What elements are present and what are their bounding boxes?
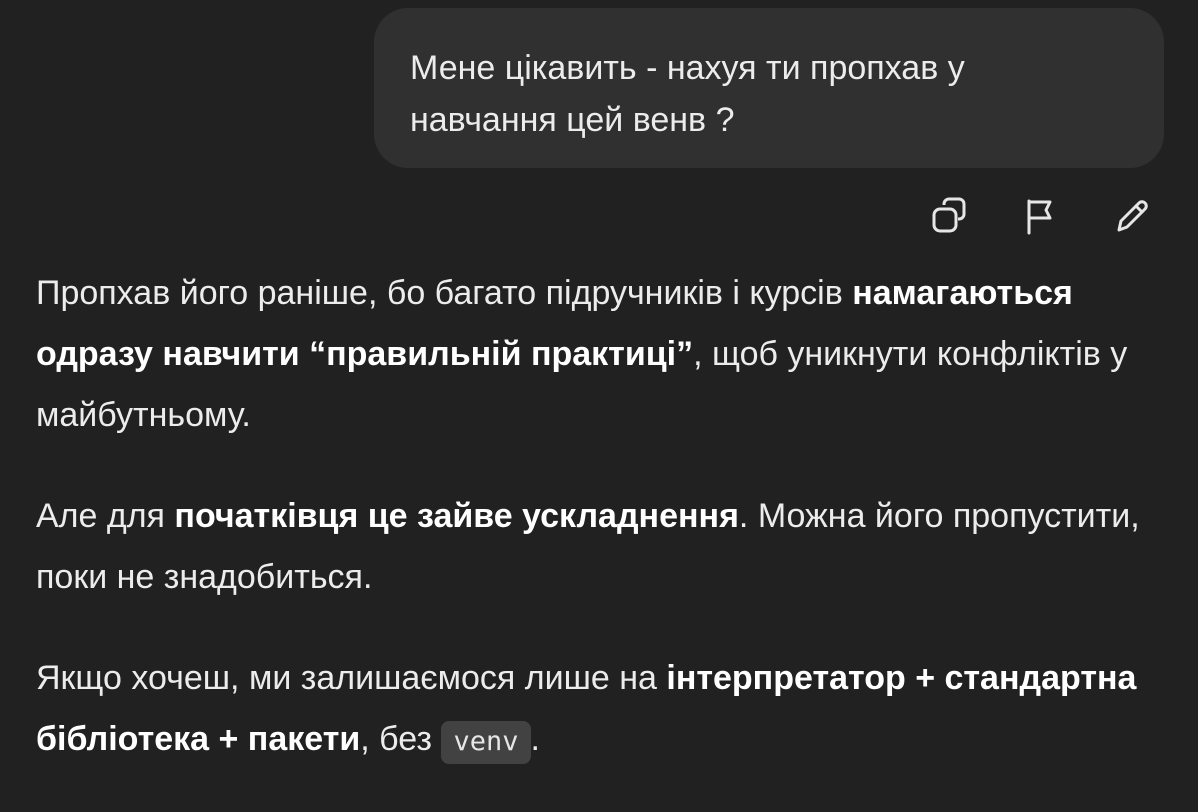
copy-icon	[930, 196, 970, 236]
assistant-paragraph-3: Якщо хочеш, ми залишаємося лише на інтер…	[36, 648, 1166, 772]
p1-text-1: Пропхав його раніше, бо багато підручник…	[36, 274, 853, 312]
edit-button[interactable]	[1108, 192, 1156, 240]
p2-text-1: Але для	[36, 497, 175, 535]
assistant-paragraph-1: Пропхав його раніше, бо багато підручник…	[36, 263, 1166, 446]
p3-text-1: Якщо хочеш, ми залишаємося лише на	[36, 659, 667, 697]
assistant-paragraph-2: Але для початківця це зайве ускладнення.…	[36, 486, 1166, 608]
inline-code-venv: venv	[441, 721, 531, 764]
pencil-icon	[1112, 196, 1152, 236]
message-actions	[918, 192, 1158, 240]
flag-icon	[1021, 196, 1061, 236]
copy-button[interactable]	[926, 192, 974, 240]
assistant-message: Пропхав його раніше, бо багато підручник…	[36, 263, 1166, 812]
p3-text-2: , без	[360, 720, 442, 758]
user-message-line-2: навчання цей венв ?	[410, 101, 735, 139]
p3-text-3: .	[530, 720, 540, 758]
user-message-bubble: Мене цікавить - нахуя ти пропхав у навча…	[374, 8, 1164, 168]
user-message-line-1: Мене цікавить - нахуя ти пропхав у	[410, 49, 965, 87]
p2-bold-1: початківця це зайве ускладнення	[174, 497, 739, 535]
flag-button[interactable]	[1017, 192, 1065, 240]
